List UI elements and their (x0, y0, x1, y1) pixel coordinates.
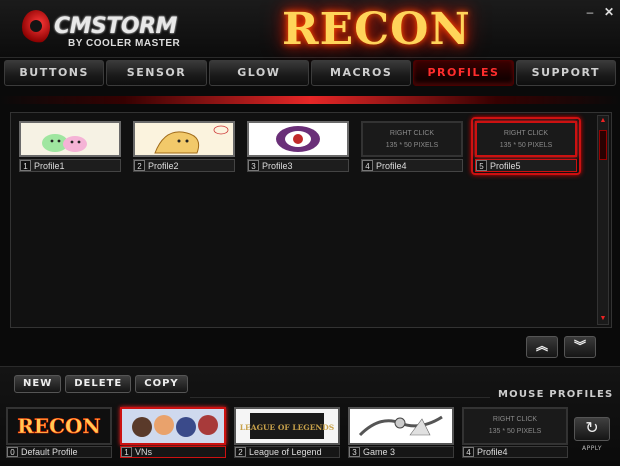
new-button[interactable]: NEW (14, 375, 62, 393)
league-logo-art: LEAGUE OF LEGENDS (240, 423, 334, 432)
copy-button[interactable]: COPY (135, 375, 188, 393)
slot-name: VNs (135, 447, 153, 457)
mouse-profile-label: 3 Game 3 (348, 446, 454, 458)
scroll-up-arrow-icon[interactable]: ▲ (599, 117, 607, 125)
profile-label: 5 Profile5 (475, 159, 577, 172)
mouse-profile-thumbnail: LEAGUE OF LEGENDS (234, 407, 340, 445)
profile-name: Profile4 (376, 161, 407, 171)
placeholder-size: 135 * 50 PIXELS (385, 142, 439, 149)
apply-label: APPLY (581, 445, 603, 452)
profile-card[interactable]: RIGHT CLICK 135 * 50 PIXELS 4 Profile4 (361, 121, 463, 173)
main-tabs: BUTTONS SENSOR GLOW MACROS PROFILES SUPP… (4, 60, 616, 88)
slot-number: 0 (7, 447, 18, 457)
profile-name: Profile5 (490, 161, 521, 171)
scrollbar-thumb[interactable] (599, 130, 607, 160)
app-title: RECON (282, 4, 471, 55)
profile-card[interactable]: 3 Profile3 (247, 121, 349, 173)
apply-button[interactable]: ↻ (574, 417, 610, 441)
profile-card-selected[interactable]: RIGHT CLICK 135 * 50 PIXELS 5 Profile5 (475, 121, 577, 173)
profile-card[interactable]: 1 Profile1 (19, 121, 121, 173)
profile-name: Profile1 (34, 161, 65, 171)
mouse-profile-thumbnail (348, 407, 454, 445)
profile-image-panel: 1 Profile1 2 Profile2 3 Profile3 RIGHT C… (10, 112, 612, 328)
profile-thumbnail (19, 121, 121, 157)
mouse-profile-slot[interactable]: LEAGUE OF LEGENDS 2 League of Legend (234, 407, 340, 459)
mouse-profiles-section: NEW DELETE COPY MOUSE PROFILES RECON 0 De… (0, 366, 620, 466)
tab-profiles[interactable]: PROFILES (413, 60, 514, 86)
close-button[interactable]: ✕ (602, 5, 616, 19)
placeholder-size: 135 * 50 PIXELS (499, 142, 553, 149)
scroll-down-arrow-icon[interactable]: ▼ (599, 315, 607, 323)
cmstorm-logo: CMSTORM BY COOLER MASTER (22, 8, 182, 49)
recon-logo-art: RECON (17, 414, 101, 438)
slot-number: 2 (235, 447, 246, 457)
profile-name: Profile3 (262, 161, 293, 171)
slot-name: Default Profile (21, 447, 78, 457)
profile-card[interactable]: 2 Profile2 (133, 121, 235, 173)
profile-number: 4 (362, 160, 373, 171)
mouse-profile-label: 4 Profile4 (462, 446, 568, 458)
minimize-button[interactable]: – (583, 5, 597, 19)
app-header: CMSTORM BY COOLER MASTER RECON – ✕ (0, 0, 620, 58)
profile-actions: NEW DELETE COPY (14, 375, 188, 393)
mouse-profile-slot-selected[interactable]: 1 VNs (120, 407, 226, 459)
storm-swirl-icon (22, 10, 50, 44)
tab-support[interactable]: SUPPORT (515, 60, 616, 86)
placeholder-hint: RIGHT CLICK (492, 416, 538, 423)
profile-thumbnail (247, 121, 349, 157)
profile-number: 2 (134, 160, 145, 171)
brand-name: CMSTORM (54, 14, 177, 39)
active-tab-glow-divider (0, 96, 620, 104)
tab-macros[interactable]: MACROS (310, 60, 412, 86)
mouse-profile-slot[interactable]: RIGHT CLICK 135 * 50 PIXELS 4 Profile4 (462, 407, 568, 459)
mouse-profile-thumbnail-placeholder: RIGHT CLICK 135 * 50 PIXELS (462, 407, 568, 445)
scroll-up-button[interactable]: ︽ (526, 336, 558, 358)
profile-label: 1 Profile1 (19, 159, 121, 172)
profile-name: Profile2 (148, 161, 179, 171)
slot-number: 1 (121, 447, 132, 457)
profile-number: 3 (248, 160, 259, 171)
mouse-profiles-title: MOUSE PROFILES (498, 389, 614, 400)
tab-sensor[interactable]: SENSOR (106, 60, 207, 86)
mouse-profile-label: 0 Default Profile (6, 446, 112, 458)
slot-name: League of Legend (249, 447, 322, 457)
delete-button[interactable]: DELETE (65, 375, 132, 393)
profile-label: 4 Profile4 (361, 159, 463, 172)
refresh-icon: ↻ (585, 420, 599, 437)
profile-label: 3 Profile3 (247, 159, 349, 172)
profile-number: 5 (476, 160, 487, 171)
tab-buttons[interactable]: BUTTONS (4, 60, 105, 86)
section-divider (190, 397, 490, 398)
mouse-profile-thumbnail (120, 407, 226, 445)
profile-label: 2 Profile2 (133, 159, 235, 172)
profiles-scrollbar[interactable]: ▲ ▼ (597, 115, 609, 325)
placeholder-hint: RIGHT CLICK (389, 130, 435, 137)
profile-thumbnail-placeholder: RIGHT CLICK 135 * 50 PIXELS (361, 121, 463, 157)
profile-number: 1 (20, 160, 31, 171)
slot-name: Profile4 (477, 447, 508, 457)
profile-thumbnail (133, 121, 235, 157)
placeholder-hint: RIGHT CLICK (503, 130, 549, 137)
mouse-profile-label: 2 League of Legend (234, 446, 340, 458)
mouse-profile-thumbnail: RECON (6, 407, 112, 445)
slot-number: 3 (349, 447, 360, 457)
slot-number: 4 (463, 447, 474, 457)
mouse-profile-slot[interactable]: RECON 0 Default Profile (6, 407, 112, 459)
profile-thumbnail-placeholder: RIGHT CLICK 135 * 50 PIXELS (475, 121, 577, 157)
mouse-profile-label: 1 VNs (120, 446, 226, 458)
placeholder-size: 135 * 50 PIXELS (488, 428, 542, 435)
mouse-profile-slot[interactable]: 3 Game 3 (348, 407, 454, 459)
tab-glow[interactable]: GLOW (208, 60, 309, 86)
brand-subtitle: BY COOLER MASTER (68, 38, 181, 49)
slot-name: Game 3 (363, 447, 396, 457)
scroll-down-button[interactable]: ︾ (564, 336, 596, 358)
